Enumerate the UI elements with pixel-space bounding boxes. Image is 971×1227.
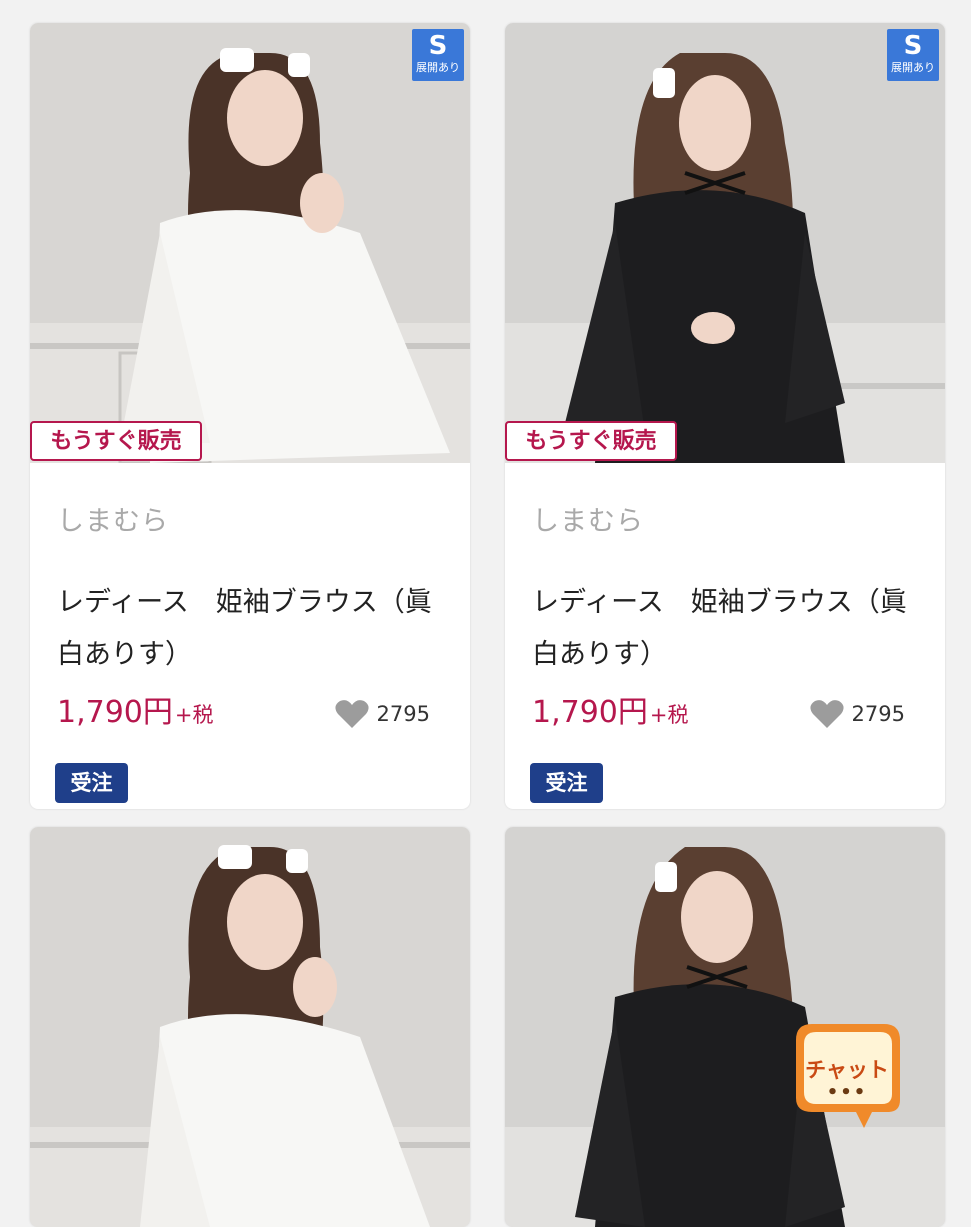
price-value: 1,790円 [57, 695, 173, 730]
product-price: 1,790円+税 [57, 693, 214, 735]
favorite-button[interactable]: 2795 [809, 699, 905, 729]
heart-icon [809, 700, 844, 728]
order-badge: 受注 [55, 763, 128, 803]
coming-soon-badge: もうすぐ販売 [505, 421, 677, 461]
price-value: 1,790円 [532, 695, 648, 730]
brand-name: しまむら [532, 506, 644, 537]
product-title[interactable]: レディース 姫袖ブラウス（眞白ありす） [57, 577, 457, 681]
product-title[interactable]: レディース 姫袖ブラウス（眞白ありす） [532, 577, 932, 681]
s-size-badge: S 展開あり [412, 29, 464, 81]
chat-label: チャット [805, 1058, 889, 1082]
product-card[interactable]: S 展開あり もうすぐ販売 しまむら レディース 姫袖ブラウス（眞白ありす） 1… [505, 23, 945, 809]
chat-button[interactable]: チャット ••• [792, 1020, 904, 1132]
tax-label: +税 [649, 703, 689, 727]
chat-dots: ••• [826, 1082, 868, 1103]
product-price: 1,790円+税 [532, 693, 689, 735]
product-card[interactable] [30, 827, 470, 1227]
favorite-button[interactable]: 2795 [334, 699, 430, 729]
s-size-badge: S 展開あり [887, 29, 939, 81]
order-badge: 受注 [530, 763, 603, 803]
tax-label: +税 [174, 703, 214, 727]
brand-name: しまむら [57, 506, 169, 537]
favorite-count: 2795 [376, 702, 430, 726]
product-image[interactable]: S 展開あり もうすぐ販売 [30, 23, 470, 463]
product-image[interactable] [30, 827, 470, 1227]
coming-soon-badge: もうすぐ販売 [30, 421, 202, 461]
product-image[interactable]: S 展開あり もうすぐ販売 [505, 23, 945, 463]
product-card[interactable]: S 展開あり もうすぐ販売 しまむら レディース 姫袖ブラウス（眞白ありす） 1… [30, 23, 470, 809]
product-grid: S 展開あり もうすぐ販売 しまむら レディース 姫袖ブラウス（眞白ありす） 1… [0, 0, 971, 1227]
favorite-count: 2795 [851, 702, 905, 726]
heart-icon [334, 700, 369, 728]
